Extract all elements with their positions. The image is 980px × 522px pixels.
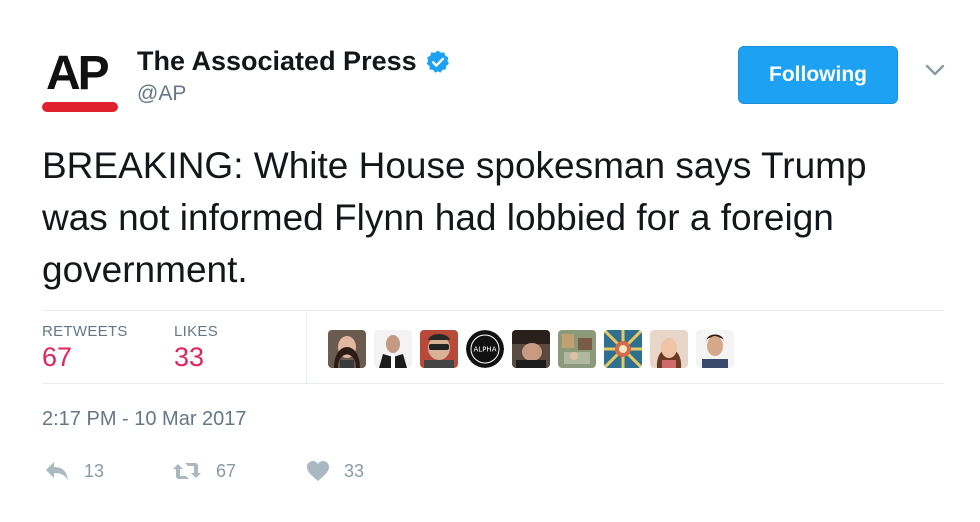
liker-avatar[interactable] bbox=[512, 330, 550, 368]
liker-4-text: ALPHA bbox=[474, 346, 497, 354]
account-name-row: The Associated Press bbox=[137, 46, 451, 77]
retweets-stat[interactable]: RETWEETS 67 bbox=[42, 323, 128, 373]
likes-stat[interactable]: LIKES 33 bbox=[174, 323, 218, 373]
liker-avatars: ALPHA bbox=[328, 330, 734, 368]
tweet-stats: RETWEETS 67 LIKES 33 ALPHA bbox=[42, 310, 944, 384]
ap-logo-bar bbox=[42, 102, 118, 112]
reply-icon bbox=[46, 462, 68, 480]
tweet-timestamp[interactable]: 2:17 PM - 10 Mar 2017 bbox=[42, 408, 247, 431]
likes-label: LIKES bbox=[174, 323, 219, 340]
stats-divider bbox=[306, 311, 307, 383]
liker-avatar[interactable] bbox=[558, 330, 596, 368]
likes-count: 33 bbox=[174, 342, 205, 372]
retweets-count: 67 bbox=[42, 342, 73, 372]
ap-logo-text: AP bbox=[46, 47, 110, 100]
account-handle[interactable]: @AP bbox=[137, 82, 186, 106]
liker-avatar[interactable] bbox=[328, 330, 366, 368]
liker-avatar[interactable] bbox=[374, 330, 412, 368]
verified-badge-icon bbox=[425, 49, 451, 75]
retweet-count: 67 bbox=[216, 460, 237, 481]
tweet-text: BREAKING: White House spokesman says Tru… bbox=[42, 145, 867, 290]
reply-count: 13 bbox=[84, 460, 105, 481]
liker-avatar[interactable] bbox=[604, 330, 642, 368]
liker-avatar[interactable] bbox=[420, 330, 458, 368]
retweets-label: RETWEETS bbox=[42, 323, 128, 340]
like-button[interactable]: 33 bbox=[306, 460, 364, 482]
like-count: 33 bbox=[344, 460, 365, 481]
reply-button[interactable]: 13 bbox=[44, 460, 104, 482]
retweet-icon bbox=[173, 463, 201, 479]
following-button[interactable]: Following bbox=[738, 46, 898, 104]
account-avatar[interactable]: AP bbox=[42, 46, 118, 116]
liker-avatar[interactable]: ALPHA bbox=[466, 330, 504, 368]
retweet-button[interactable]: 67 bbox=[172, 460, 236, 482]
liker-avatar[interactable] bbox=[696, 330, 734, 368]
liker-avatar[interactable] bbox=[650, 330, 688, 368]
chevron-down-icon[interactable] bbox=[924, 62, 946, 78]
display-name[interactable]: The Associated Press bbox=[137, 46, 417, 77]
heart-icon bbox=[307, 461, 329, 481]
